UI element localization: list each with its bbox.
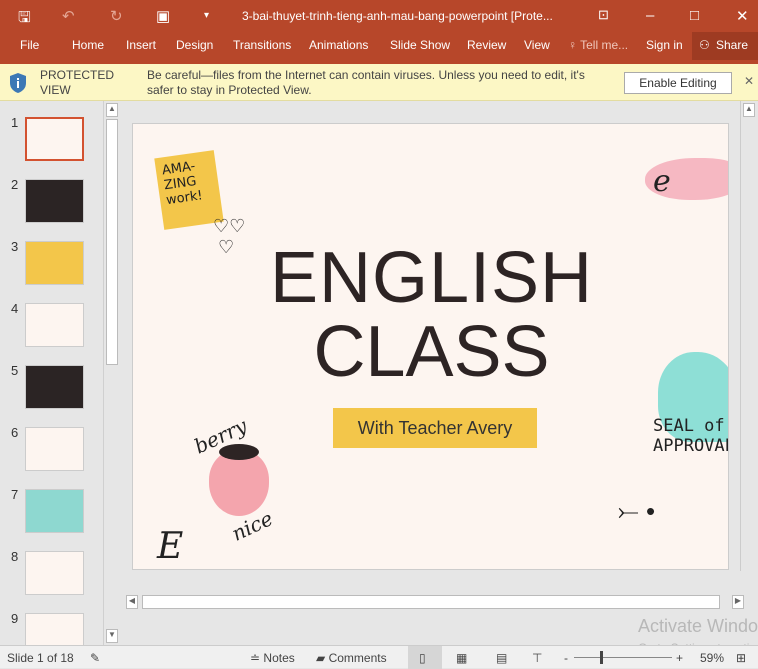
slide-thumbnail-pane: 1 2 3 4 5 6 7 8 9 <box>0 101 120 657</box>
title-bar: 🖫 ↶ ↻ ▣ ▾ 3-bai-thuyet-trinh-tieng-anh-m… <box>0 0 758 32</box>
close-button[interactable]: ✕ <box>736 7 749 25</box>
window-title: 3-bai-thuyet-trinh-tieng-anh-mau-bang-po… <box>242 9 553 23</box>
slide-thumbnail-8[interactable] <box>25 551 84 595</box>
thumbnail-number: 7 <box>11 487 19 502</box>
tab-design[interactable]: Design <box>176 38 213 52</box>
scroll-left-button[interactable]: ◀ <box>126 595 138 609</box>
activate-windows-watermark: Activate Windows <box>638 616 758 636</box>
spell-check-icon[interactable]: ✎ <box>90 651 100 665</box>
maximize-button[interactable]: □ <box>690 7 699 24</box>
slide-thumbnail-7[interactable] <box>25 489 84 533</box>
slide-thumbnail-6[interactable] <box>25 427 84 471</box>
tab-slide-show[interactable]: Slide Show <box>390 38 450 52</box>
horizontal-scrollbar[interactable]: ◀ ▶ <box>126 594 746 610</box>
slideshow-start-icon[interactable]: ▣ <box>156 7 170 25</box>
slide-sorter-icon[interactable]: ▦ <box>456 651 467 665</box>
thumbnail-number: 6 <box>11 425 19 440</box>
scroll-right-button[interactable]: ▶ <box>732 595 744 609</box>
normal-view-icon: ▯ <box>419 651 426 665</box>
branch-doodle-icon: ⤚ • <box>618 496 656 526</box>
notes-button[interactable]: ≐ Notes <box>250 651 295 665</box>
tab-view[interactable]: View <box>524 38 550 52</box>
zoom-level[interactable]: 59% <box>700 651 724 665</box>
slide-thumbnail-2[interactable] <box>25 179 84 223</box>
tab-transitions[interactable]: Transitions <box>233 38 291 52</box>
thumbnail-number: 9 <box>11 611 19 626</box>
slide-vertical-scrollbar[interactable]: ▲ <box>740 101 756 571</box>
tab-insert[interactable]: Insert <box>126 38 156 52</box>
protected-view-label: PROTECTED <box>40 68 115 82</box>
zoom-slider-handle[interactable] <box>600 651 603 664</box>
scroll-thumb[interactable] <box>106 119 118 365</box>
slide-scroll-up[interactable]: ▲ <box>743 103 755 117</box>
fit-slide-icon[interactable]: ⊞ <box>736 651 746 665</box>
zoom-out-button[interactable]: - <box>564 651 568 665</box>
squiggle-doodle-icon: ℯ <box>653 165 671 198</box>
slide-thumbnail-5[interactable] <box>25 365 84 409</box>
undo-icon[interactable]: ↶ <box>62 7 75 25</box>
ribbon-tabs: File Home Insert Design Transitions Anim… <box>0 32 758 64</box>
lightbulb-icon: ♀ <box>568 38 577 52</box>
shield-info-icon <box>10 73 26 93</box>
thumbnail-number: 5 <box>11 363 19 378</box>
thumbnail-number: 2 <box>11 177 19 192</box>
tab-review[interactable]: Review <box>467 38 506 52</box>
letter-e-doodle: E <box>157 526 184 567</box>
scroll-down-button[interactable]: ▼ <box>106 629 118 643</box>
thumbnail-number: 4 <box>11 301 19 316</box>
protected-view-bar: PROTECTED VIEW Be careful—files from the… <box>0 64 758 101</box>
slideshow-view-icon[interactable]: ⊤ <box>532 651 542 665</box>
slide-subtitle: With Teacher Avery <box>333 408 537 448</box>
thumbnail-number: 1 <box>11 115 19 130</box>
strawberry-leaves <box>219 444 259 460</box>
slide-thumbnail-4[interactable] <box>25 303 84 347</box>
reading-view-icon[interactable]: ▤ <box>496 651 507 665</box>
tab-file[interactable]: File <box>20 38 39 52</box>
ribbon-display-icon[interactable]: ⊡ <box>598 7 609 23</box>
person-icon: ⚇ <box>699 38 710 52</box>
share-button[interactable]: ⚇ Share <box>692 32 758 60</box>
close-bar-icon[interactable]: ✕ <box>744 74 754 88</box>
thumbnail-scrollbar[interactable]: ▲ ▼ <box>103 101 119 645</box>
comments-button[interactable]: ▰ Comments <box>316 651 387 665</box>
notes-icon: ≐ <box>250 651 261 665</box>
customize-toolbar-icon[interactable]: ▾ <box>204 10 209 21</box>
enable-editing-button[interactable]: Enable Editing <box>624 72 732 94</box>
slide-counter: Slide 1 of 18 <box>7 651 74 665</box>
seal-of-approval-text: SEAL of APPROVAL <box>653 416 729 456</box>
protected-view-label-2: VIEW <box>40 83 71 97</box>
zoom-slider[interactable] <box>574 657 672 658</box>
slide-thumbnail-1[interactable] <box>25 117 84 161</box>
tab-home[interactable]: Home <box>72 38 104 52</box>
slide-title-line-1: ENGLISH <box>269 238 594 318</box>
thumbnail-number: 3 <box>11 239 19 254</box>
horizontal-scroll-thumb[interactable] <box>142 595 720 609</box>
scroll-up-button[interactable]: ▲ <box>106 103 118 117</box>
tab-animations[interactable]: Animations <box>309 38 368 52</box>
comment-icon: ▰ <box>316 651 326 665</box>
zoom-in-button[interactable]: + <box>676 651 683 665</box>
normal-view-button[interactable]: ▯ <box>408 646 442 669</box>
thumbnail-number: 8 <box>11 549 19 564</box>
redo-icon[interactable]: ↻ <box>110 7 123 25</box>
slide-editing-area: AMA- ZING work! ♡♡ ♡ ℯ ENGLISH CLASS Wit… <box>120 101 758 655</box>
minimize-button[interactable]: – <box>646 7 654 24</box>
slide-canvas[interactable]: AMA- ZING work! ♡♡ ♡ ℯ ENGLISH CLASS Wit… <box>132 123 729 570</box>
slide-title-line-2: CLASS <box>313 312 550 392</box>
protected-view-message-2: safer to stay in Protected View. <box>147 83 312 97</box>
tell-me-box[interactable]: ♀ Tell me... <box>568 38 628 52</box>
sign-in-link[interactable]: Sign in <box>646 38 683 52</box>
save-icon[interactable]: 🖫 <box>18 7 31 32</box>
status-bar: Slide 1 of 18 ✎ ≐ Notes ▰ Comments ▯ ▦ ▤… <box>0 645 758 669</box>
slide-thumbnail-3[interactable] <box>25 241 84 285</box>
protected-view-message: Be careful—files from the Internet can c… <box>147 68 585 82</box>
